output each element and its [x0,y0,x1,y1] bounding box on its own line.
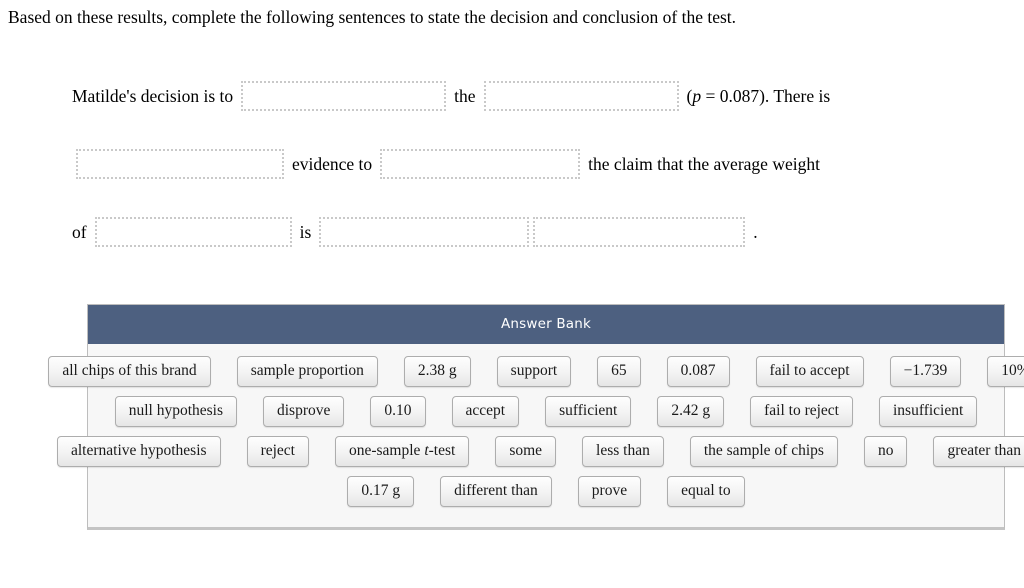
answer-chip-row: all chips of this brand sample proportion… [48,356,1024,387]
answer-chip[interactable]: fail to accept [755,356,864,387]
sentence-line-2: evidence to the claim that the average w… [0,130,1024,198]
answer-chip[interactable]: 2.38 g [403,356,471,387]
answer-chip[interactable]: fail to reject [750,396,853,427]
line2-tail-text: the claim that the average weight [588,153,820,174]
answer-chip[interactable]: greater than [933,436,1024,467]
line1-lead-text: Matilde's decision is to [72,85,234,106]
answer-chip[interactable]: 65 [597,356,641,387]
answer-chip[interactable]: insufficient [878,396,978,427]
answer-chip[interactable]: −1.739 [889,356,962,387]
line2-mid-text: evidence to [292,153,373,174]
answer-chip[interactable]: prove [577,476,642,507]
answer-chip[interactable]: alternative hypothesis [56,436,221,467]
answer-chip[interactable]: one-sample t-test [334,436,470,467]
answer-chip[interactable]: 0.087 [666,356,730,387]
answer-bank-title: Answer Bank [88,305,1004,344]
blank-value[interactable] [533,217,746,247]
answer-chip[interactable]: all chips of this brand [48,356,211,387]
answer-chip[interactable]: different than [440,476,552,507]
blank-evidence-quantity[interactable] [76,149,284,179]
blank-comparison[interactable] [319,217,530,247]
answer-chip[interactable]: sample proportion [236,356,378,387]
answer-chip-row: 0.17 g different than prove equal to [88,476,1004,507]
answer-chip[interactable]: sufficient [545,396,632,427]
sentence-line-3: of is . [0,198,1024,266]
answer-chip[interactable]: disprove [263,396,345,427]
answer-chip[interactable]: accept [451,396,520,427]
line1-pvalue-text: (p = 0.087). There is [681,86,831,107]
italic-variable: t [424,442,429,459]
answer-chip-row: null hypothesis disprove 0.10 accept suffici… [88,396,1004,427]
answer-chip[interactable]: 2.42 g [657,396,725,427]
line3-mid-text: is [299,221,312,242]
answer-chip[interactable]: equal to [667,476,745,507]
blank-decision-action[interactable] [241,81,447,111]
answer-chip[interactable]: some [495,436,557,467]
blank-evidence-verb[interactable] [380,149,581,179]
answer-chip[interactable]: no [863,436,908,467]
sentence-completion-area: Matilde's decision is to the (p = 0.087)… [0,62,1024,266]
answer-chip[interactable]: 0.17 g [347,476,415,507]
answer-chip[interactable]: null hypothesis [114,396,237,427]
answer-chip[interactable]: less than [582,436,664,467]
answer-bank-chips: all chips of this brand sample proportion… [48,344,1024,527]
p-symbol: p [692,85,702,106]
line3-period: . [753,221,758,242]
sentence-line-1: Matilde's decision is to the (p = 0.087)… [0,62,1024,130]
instruction-text: Based on these results, complete the fol… [8,7,737,27]
answer-chip[interactable]: 10% [987,356,1024,387]
answer-chip-row: alternative hypothesis reject one-sample t… [56,436,1024,467]
line3-lead-text: of [72,221,87,242]
blank-population[interactable] [94,217,292,247]
line1-mid-text: the [454,85,476,106]
pvalue-rest: = 0.087). There is [701,85,831,106]
answer-bank-panel: Answer Bank all chips of this brand sampl… [48,304,1024,530]
answer-chip[interactable]: the sample of chips [689,436,838,467]
blank-hypothesis[interactable] [483,81,679,111]
answer-chip[interactable]: support [496,356,572,387]
answer-chip[interactable]: reject [246,436,309,467]
answer-chip[interactable]: 0.10 [370,396,426,427]
